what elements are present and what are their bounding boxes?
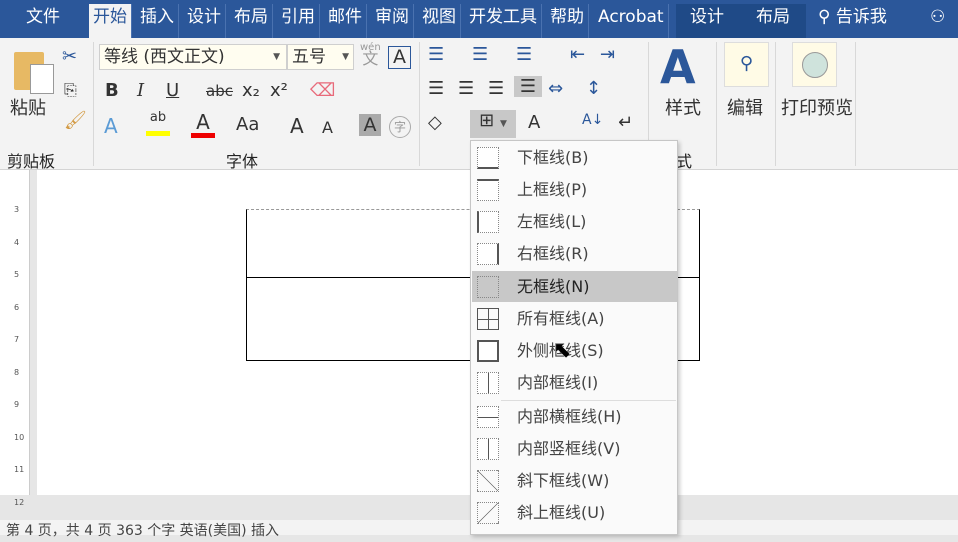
right-border-icon (477, 243, 499, 265)
subscript-button[interactable]: x₂ (242, 80, 260, 101)
tab-acrobat[interactable]: Acrobat (594, 4, 669, 38)
bold-button[interactable]: B (105, 80, 119, 101)
numbering-icon[interactable]: ☰ (472, 44, 488, 65)
styles-group-label: 式 (676, 152, 693, 171)
text-effects-button[interactable]: A (104, 114, 118, 138)
align-center-icon[interactable]: ☰ (458, 78, 474, 99)
tab-insert[interactable]: 插入 (136, 4, 179, 38)
no-border-icon (477, 276, 499, 298)
decrease-indent-icon[interactable]: ⇤ (570, 44, 585, 65)
increase-indent-icon[interactable]: ⇥ (600, 44, 615, 65)
vertical-ruler: 3 4 5 6 7 8 9 10 11 12 (0, 170, 30, 507)
show-marks-icon[interactable]: ↵ (618, 112, 633, 133)
shrink-font-button[interactable]: A (322, 118, 333, 137)
format-painter-icon[interactable]: 🖌 (64, 110, 87, 131)
change-case-button[interactable]: Aa (236, 114, 259, 135)
menu-item-no-border[interactable]: 无框线(N) (472, 271, 677, 302)
shading-icon[interactable]: ◇ (428, 112, 442, 133)
tab-file[interactable]: 文件 (22, 4, 64, 38)
char-border-button[interactable]: A (388, 46, 411, 69)
borders-dropdown-menu: 下框线(B) 上框线(P) 左框线(L) 右框线(R) 无框线(N) 所有框线(… (470, 140, 678, 535)
search-icon: ⚲ (818, 7, 831, 27)
font-size-select[interactable]: 五号 ▼ (287, 44, 354, 70)
line-spacing-icon[interactable]: ↕ (586, 78, 601, 99)
paste-label[interactable]: 粘贴 (10, 94, 46, 120)
tab-mailings[interactable]: 邮件 (324, 4, 367, 38)
grow-font-button[interactable]: A (290, 114, 304, 138)
inside-borders-icon (477, 372, 499, 394)
highlight-color-button[interactable]: ab (146, 110, 170, 136)
tab-review[interactable]: 审阅 (371, 4, 414, 38)
search-icon[interactable]: ⚲ (724, 42, 769, 87)
sort-icon[interactable]: A↓ (582, 112, 603, 128)
clear-formatting-icon[interactable]: ⌫ (310, 80, 335, 101)
font-color-button[interactable]: A (191, 110, 215, 138)
outside-borders-icon (477, 340, 499, 362)
share-icon[interactable]: ⚇ (930, 4, 945, 30)
tell-me-label: 告诉我 (835, 7, 887, 27)
underline-button[interactable]: U (166, 80, 179, 101)
editing-button[interactable]: 编辑 (727, 94, 763, 120)
diagonal-down-border-icon (477, 470, 499, 492)
italic-button[interactable]: I (137, 80, 144, 101)
menu-item-inside-vertical[interactable]: 内部竖框线(V) (472, 433, 677, 464)
page-icon (30, 64, 54, 94)
ruler-ticks: 3 4 5 6 7 8 9 10 11 12 (14, 205, 25, 507)
styles-icon[interactable]: A (660, 40, 696, 94)
menu-item-all-borders[interactable]: 所有框线(A) (472, 303, 677, 334)
phonetic-guide-button[interactable]: wén 文 (360, 42, 381, 67)
copy-icon[interactable]: ⎘ (64, 80, 77, 100)
bottom-border-icon (477, 147, 499, 169)
font-group-label: 字体 (226, 152, 259, 171)
asian-layout-icon[interactable]: A (528, 112, 540, 133)
diagonal-up-border-icon (477, 502, 499, 524)
clipboard-group-label: 剪贴板 (7, 152, 56, 171)
all-borders-icon (477, 308, 499, 330)
font-name-select[interactable]: 等线 (西文正文) ▼ (99, 44, 287, 70)
menu-item-outside-borders[interactable]: 外侧框线(S) (472, 335, 677, 366)
print-preview-icon[interactable] (792, 42, 837, 87)
bullets-icon[interactable]: ☰ (428, 44, 444, 65)
styles-label[interactable]: 样式 (665, 94, 701, 120)
align-left-icon[interactable]: ☰ (428, 78, 444, 99)
paste-button[interactable] (12, 48, 56, 96)
tab-layout[interactable]: 布局 (230, 4, 273, 38)
menu-item-left-border[interactable]: 左框线(L) (472, 206, 677, 237)
inside-horizontal-border-icon (477, 406, 499, 428)
left-border-icon (477, 211, 499, 233)
mouse-cursor-icon: ⬉ (553, 338, 572, 363)
tab-developer[interactable]: 开发工具 (465, 4, 542, 38)
tab-help[interactable]: 帮助 (546, 4, 589, 38)
tell-me[interactable]: ⚲ 告诉我 (818, 4, 887, 30)
tab-design[interactable]: 设计 (183, 4, 226, 38)
inside-vertical-border-icon (477, 438, 499, 460)
top-border-icon (477, 179, 499, 201)
char-shading-button[interactable]: A (359, 114, 381, 136)
strikethrough-button[interactable]: abc (206, 82, 233, 100)
ribbon-tab-bar: 文件 开始 插入 设计 布局 引用 邮件 审阅 视图 开发工具 帮助 Acrob… (0, 0, 958, 38)
tab-view[interactable]: 视图 (418, 4, 461, 38)
justify-icon[interactable]: ☰ (514, 76, 542, 97)
print-preview-button[interactable]: 打印预览 (781, 94, 853, 120)
tab-table-layout[interactable]: 布局 (752, 4, 794, 38)
superscript-button[interactable]: x² (270, 80, 288, 101)
cut-icon[interactable]: ✂ (62, 46, 77, 67)
menu-item-bottom-border[interactable]: 下框线(B) (472, 142, 677, 173)
distributed-icon[interactable]: ⇔ (548, 78, 563, 99)
multilevel-list-icon[interactable]: ☰ (516, 44, 532, 65)
enclose-char-button[interactable]: 字 (389, 116, 411, 138)
menu-item-diagonal-down[interactable]: 斜下框线(W) (472, 465, 677, 496)
menu-item-inside-horizontal[interactable]: 内部横框线(H) (472, 401, 677, 432)
tab-references[interactable]: 引用 (277, 4, 320, 38)
tab-home[interactable]: 开始 (89, 4, 132, 38)
menu-item-inside-borders[interactable]: 内部框线(I) (472, 367, 677, 398)
menu-item-diagonal-up[interactable]: 斜上框线(U) (472, 497, 677, 528)
borders-button[interactable]: ⊞ ▼ (470, 110, 516, 138)
align-right-icon[interactable]: ☰ (488, 78, 504, 99)
menu-item-top-border[interactable]: 上框线(P) (472, 174, 677, 205)
menu-item-right-border[interactable]: 右框线(R) (472, 238, 677, 269)
